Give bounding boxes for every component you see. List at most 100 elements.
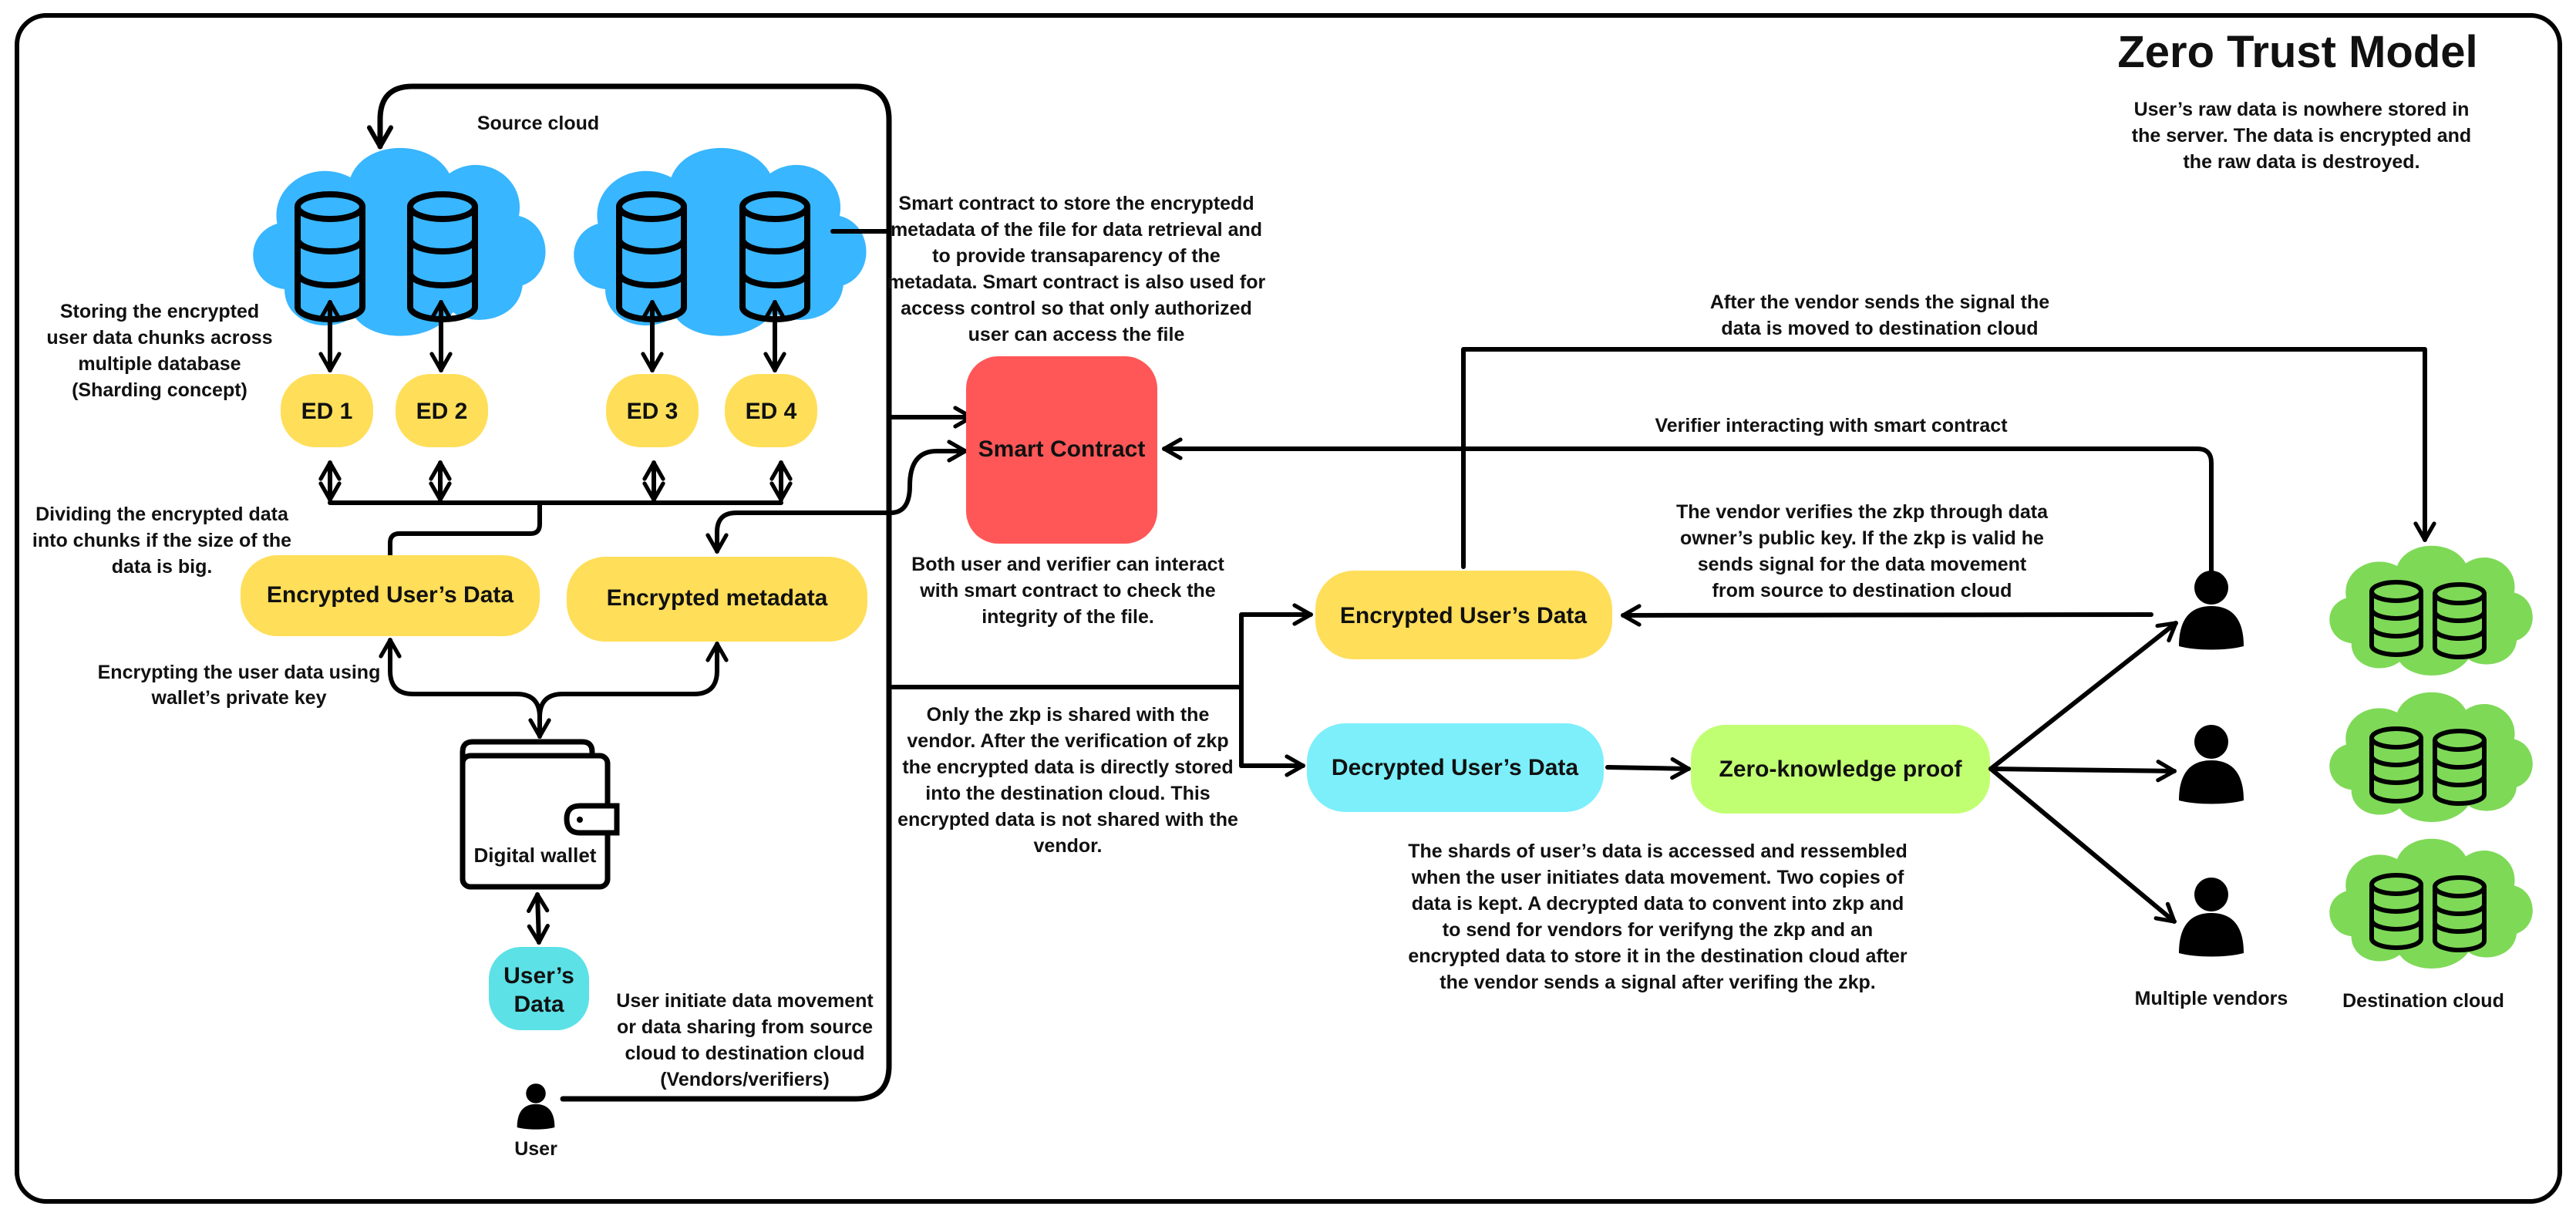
- page-title: Zero Trust Model: [2117, 27, 2477, 77]
- svg-text:Storing the encrypted: Storing the encrypted: [60, 301, 259, 322]
- svg-text:encrypted data is not shared w: encrypted data is not shared with the: [897, 809, 1238, 830]
- destination-cloud-label: Destination cloud: [2342, 990, 2504, 1012]
- zero-trust-diagram: Zero Trust Model User’s raw data is nowh…: [0, 0, 2576, 1219]
- users-data[interactable]: User’s Data: [489, 947, 589, 1030]
- svg-text:Encrypted User’s Data: Encrypted User’s Data: [1340, 603, 1587, 628]
- svg-text:User initiate data movement: User initiate data movement: [616, 990, 874, 1012]
- zkp-to-vendor-1: [1988, 621, 2178, 771]
- svg-text:multiple database: multiple database: [78, 353, 241, 375]
- svg-text:metadata of the file for data: metadata of the file for data retrieval …: [891, 219, 1262, 241]
- zero-knowledge-proof[interactable]: Zero-knowledge proof: [1691, 725, 1990, 814]
- wallet-userdata-arrow: [527, 892, 550, 945]
- svg-text:the raw data is destroyed.: the raw data is destroyed.: [2183, 151, 2419, 173]
- svg-text:from source to destination clo: from source to destination cloud: [1712, 580, 2012, 601]
- encrypted-users-data-left[interactable]: Encrypted User’s Data: [241, 555, 540, 636]
- digital-wallet[interactable]: Digital wallet: [460, 739, 620, 890]
- shard-ed1[interactable]: ED 1: [281, 374, 373, 447]
- decrypted-users-data[interactable]: Decrypted User’s Data: [1307, 723, 1604, 812]
- source-cloud-2[interactable]: [574, 147, 867, 336]
- note-zkp-shared: Only the zkp is shared with the vendor. …: [897, 704, 1238, 857]
- svg-text:User: User: [514, 1138, 557, 1160]
- svg-text:Encrypted User’s Data: Encrypted User’s Data: [267, 582, 514, 608]
- zkp-to-vendor-3: [1988, 766, 2177, 924]
- svg-text:the vendor sends a signal afte: the vendor sends a signal after verifing…: [1440, 972, 1875, 993]
- note-integrity: Both user and verifier can interact with…: [911, 554, 1224, 628]
- note-verifier-interacting: Verifier interacting with smart contract: [1655, 415, 2008, 436]
- note-sharding: Storing the encrypted user data chunks a…: [46, 301, 272, 401]
- svg-text:access control so that only au: access control so that only authorized: [901, 298, 1252, 319]
- svg-text:data is kept. A decrypted data: data is kept. A decrypted data to conven…: [1412, 893, 1904, 915]
- svg-text:Encrypted metadata: Encrypted metadata: [607, 585, 828, 611]
- encrypted-users-data-right[interactable]: Encrypted User’s Data: [1315, 571, 1612, 659]
- wallet-fork-connector: [379, 638, 729, 719]
- svg-text:Data: Data: [514, 992, 564, 1017]
- vendor-1[interactable]: [2179, 571, 2244, 650]
- subtitle: User’s raw data is nowhere stored in the…: [2132, 99, 2471, 173]
- svg-text:Both user and verifier can int: Both user and verifier can interact: [911, 554, 1224, 575]
- note-shards-accessed: The shards of user’s data is accessed an…: [1408, 841, 1908, 993]
- svg-text:ED 1: ED 1: [301, 399, 353, 424]
- user[interactable]: User: [514, 1083, 557, 1160]
- svg-text:Smart contract to store the en: Smart contract to store the encryptedd: [898, 193, 1254, 214]
- note-after-signal: After the vendor sends the signal the da…: [1710, 291, 2049, 339]
- svg-text:Only the zkp is shared with th: Only the zkp is shared with the: [927, 704, 1210, 726]
- svg-text:The shards of user’s data is a: The shards of user’s data is accessed an…: [1408, 841, 1908, 862]
- svg-text:(Vendors/verifiers): (Vendors/verifiers): [660, 1069, 830, 1090]
- svg-text:(Sharding concept): (Sharding concept): [72, 379, 247, 401]
- svg-text:data is moved to destination c: data is moved to destination cloud: [1721, 318, 2038, 339]
- svg-text:Encrypting the user data using: Encrypting the user data using: [98, 662, 381, 683]
- decrypted-to-zkp-arrow: [1605, 756, 1691, 780]
- smart-contract[interactable]: Smart Contract: [966, 356, 1157, 544]
- svg-text:when the user initiates data m: when the user initiates data movement. T…: [1411, 867, 1904, 888]
- svg-text:or data sharing from source: or data sharing from source: [617, 1016, 873, 1038]
- svg-text:The vendor verifies the zkp th: The vendor verifies the zkp through data: [1676, 501, 2049, 523]
- shard-ed4[interactable]: ED 4: [725, 374, 817, 447]
- svg-text:with smart contract to check t: with smart contract to check the: [919, 580, 1216, 601]
- svg-text:to send for vendors for verify: to send for vendors for verifyng the zkp…: [1443, 919, 1873, 941]
- svg-text:into chunks if the size of the: into chunks if the size of the: [32, 530, 291, 551]
- svg-text:ED 4: ED 4: [746, 399, 797, 424]
- svg-text:Decrypted User’s Data: Decrypted User’s Data: [1332, 755, 1578, 780]
- zkp-to-vendor-2: [1988, 760, 2177, 783]
- svg-text:ED 2: ED 2: [416, 399, 468, 424]
- vendor-2[interactable]: [2179, 725, 2244, 804]
- svg-text:metadata. Smart contract is al: metadata. Smart contract is also used fo…: [887, 271, 1266, 293]
- vendor-3[interactable]: [2179, 878, 2244, 957]
- svg-text:After the vendor sends the sig: After the vendor sends the signal the: [1710, 291, 2049, 313]
- destination-cloud-1[interactable]: [2329, 545, 2533, 676]
- svg-text:encrypted data to store it in: encrypted data to store it in the destin…: [1408, 945, 1908, 967]
- svg-text:Smart Contract: Smart Contract: [978, 436, 1146, 462]
- svg-text:vendor. After the verification: vendor. After the verification of zkp: [907, 730, 1228, 752]
- svg-text:integrity of the file.: integrity of the file.: [982, 606, 1154, 628]
- svg-text:user can access the file: user can access the file: [968, 324, 1185, 345]
- destination-cloud-2[interactable]: [2329, 692, 2533, 822]
- note-user-initiate: User initiate data movement or data shar…: [616, 990, 874, 1090]
- svg-text:vendor.: vendor.: [1034, 835, 1103, 857]
- shard-ed3[interactable]: ED 3: [606, 374, 699, 447]
- svg-text:User’s raw data is nowhere sto: User’s raw data is nowhere stored in: [2134, 99, 2470, 120]
- user-icon: [517, 1083, 555, 1130]
- svg-text:wallet’s private key: wallet’s private key: [151, 687, 327, 709]
- bus-to-encrypted-data: [388, 500, 542, 558]
- svg-text:cloud to destination cloud: cloud to destination cloud: [625, 1043, 864, 1064]
- to-encrypted-right-arrow: [1239, 603, 1313, 768]
- source-cloud-label: Source cloud: [477, 113, 599, 134]
- svg-text:into the destination cloud. Th: into the destination cloud. This: [925, 783, 1210, 804]
- svg-text:ED 3: ED 3: [627, 399, 679, 424]
- vendor-icon: [2179, 571, 2244, 650]
- svg-text:data is big.: data is big.: [112, 556, 213, 578]
- source-cloud-1[interactable]: [253, 147, 546, 336]
- note-vendor-verifies: The vendor verifies the zkp through data…: [1676, 501, 2049, 601]
- svg-text:Dividing the encrypted data: Dividing the encrypted data: [35, 504, 289, 525]
- multiple-vendors-label: Multiple vendors: [2135, 988, 2288, 1009]
- svg-text:Digital wallet: Digital wallet: [474, 844, 597, 867]
- shard-ed2[interactable]: ED 2: [396, 374, 488, 447]
- svg-text:Zero-knowledge proof: Zero-knowledge proof: [1719, 756, 1963, 782]
- vendor-icon: [2179, 725, 2244, 804]
- svg-text:to provide transaparency of th: to provide transaparency of the: [932, 245, 1221, 267]
- note-encrypting: Encrypting the user data using wallet’s …: [98, 662, 381, 709]
- svg-text:user data chunks across: user data chunks across: [46, 327, 272, 349]
- svg-text:the encrypted data is directly: the encrypted data is directly stored: [902, 756, 1233, 778]
- destination-cloud-3[interactable]: [2329, 838, 2533, 969]
- encrypted-metadata[interactable]: Encrypted metadata: [567, 557, 867, 642]
